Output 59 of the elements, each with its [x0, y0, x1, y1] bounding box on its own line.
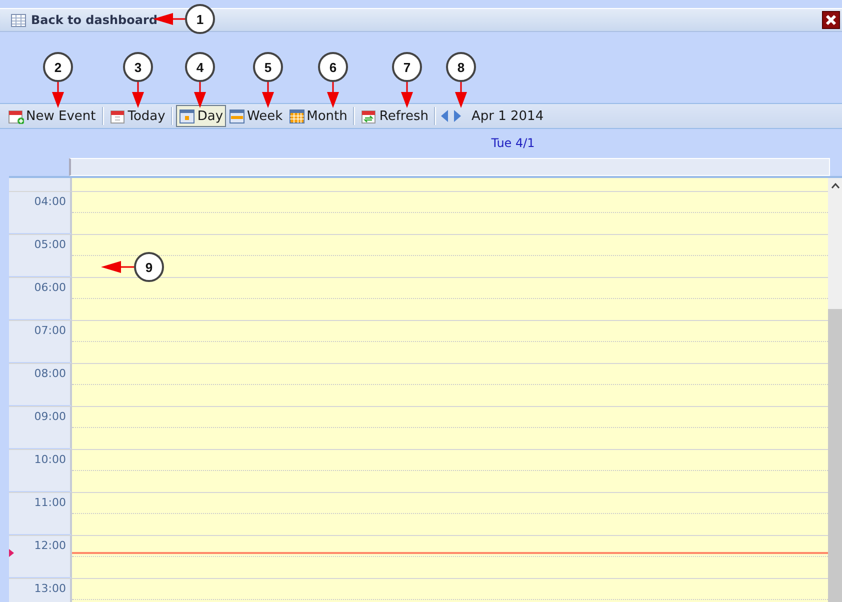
pointer-arrow — [52, 82, 64, 108]
pointer-arrow — [455, 82, 467, 108]
previous-arrow-icon[interactable] — [441, 110, 450, 122]
toolbar-button[interactable]: New Event — [5, 105, 99, 127]
callout-number: 7 — [392, 52, 422, 82]
time-slot[interactable] — [71, 363, 828, 406]
hour-cell: 04:00 — [9, 191, 71, 233]
table-icon — [11, 14, 26, 26]
next-arrow-icon[interactable] — [453, 110, 462, 122]
back-link[interactable]: Back to dashboard — [31, 13, 158, 27]
hour-cell: 10:00 — [9, 449, 71, 491]
calendar-icon — [110, 108, 126, 124]
time-slot[interactable] — [71, 449, 828, 492]
scrollbar[interactable] — [828, 178, 842, 602]
hour-cell: 13:00 — [9, 578, 71, 602]
pointer-arrow — [401, 82, 413, 108]
pointer-arrow — [262, 82, 274, 108]
calendar-add-icon — [8, 108, 24, 124]
time-slot[interactable] — [71, 535, 828, 578]
calendar-grid-icon — [288, 108, 305, 124]
callout-number: 5 — [253, 52, 283, 82]
hour-cell: 12:00 — [9, 535, 71, 577]
current-date: Apr 1 2014 — [471, 108, 544, 124]
toolbar-button[interactable]: Today — [106, 105, 168, 127]
hour-cell — [9, 178, 71, 191]
time-slot[interactable] — [71, 234, 828, 277]
callout-number: 1 — [185, 4, 215, 34]
calendar-day-icon — [179, 108, 196, 124]
pointer-arrow — [101, 261, 134, 273]
toolbar-button[interactable]: Week — [226, 105, 286, 127]
pointer-arrow — [132, 82, 144, 108]
pointer-arrow — [327, 82, 339, 108]
close-button[interactable] — [822, 11, 840, 29]
close-icon — [825, 14, 837, 26]
callout-number: 8 — [446, 52, 476, 82]
toolbar-button[interactable]: Refresh — [358, 105, 432, 127]
calendar-week-icon — [229, 108, 246, 124]
time-slot[interactable] — [71, 277, 828, 320]
time-slot[interactable] — [71, 406, 828, 449]
callout-number: 2 — [43, 52, 73, 82]
toolbar-button[interactable]: Month — [286, 105, 350, 127]
hour-cell: 09:00 — [9, 406, 71, 448]
scrollbar-thumb[interactable] — [828, 309, 842, 602]
hour-cell: 11:00 — [9, 492, 71, 534]
callout-number: 4 — [185, 52, 215, 82]
callout-number: 6 — [318, 52, 348, 82]
toolbar-button[interactable]: Day — [176, 105, 226, 127]
pointer-arrow — [194, 82, 206, 108]
callout-number: 3 — [123, 52, 153, 82]
calendar-refresh-icon — [361, 108, 378, 124]
time-slot[interactable] — [71, 320, 828, 363]
current-time-marker-icon — [9, 549, 14, 557]
hour-cell: 06:00 — [9, 277, 71, 319]
hour-cell: 08:00 — [9, 363, 71, 405]
scroll-up-icon[interactable] — [830, 183, 840, 189]
hour-cell: 05:00 — [9, 234, 71, 276]
day-column-header: Tue 4/1 — [491, 136, 535, 152]
hour-cell: 07:00 — [9, 320, 71, 362]
time-slot[interactable] — [71, 492, 828, 535]
